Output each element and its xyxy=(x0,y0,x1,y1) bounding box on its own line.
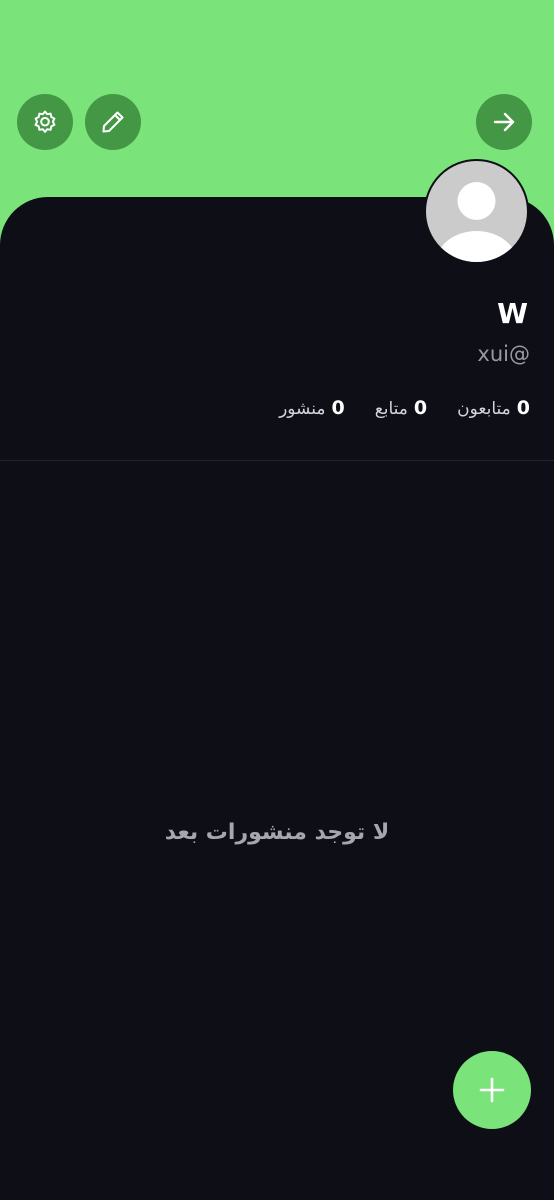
following-stat[interactable]: 0 متابع xyxy=(375,397,427,419)
profile-stats: 0 متابعون 0 متابع 0 منشور xyxy=(279,397,530,419)
profile-avatar[interactable] xyxy=(424,159,529,264)
section-divider xyxy=(0,460,554,461)
settings-gear-icon xyxy=(34,110,56,133)
followers-count: 0 xyxy=(516,397,530,419)
followers-stat[interactable]: 0 متابعون xyxy=(457,397,530,419)
edit-profile-button[interactable] xyxy=(85,94,141,150)
plus-icon xyxy=(479,1077,505,1103)
default-avatar-icon xyxy=(436,182,517,262)
following-label: متابع xyxy=(374,399,408,419)
profile-content-card xyxy=(0,197,554,1200)
create-post-button[interactable] xyxy=(453,1051,531,1129)
followers-label: متابعون xyxy=(457,399,511,419)
edit-pencil-icon xyxy=(102,111,124,133)
empty-posts-message: لا توجد منشورات بعد xyxy=(164,820,390,845)
posts-stat[interactable]: 0 منشور xyxy=(279,397,345,419)
forward-button[interactable] xyxy=(476,94,532,150)
posts-count: 0 xyxy=(331,397,345,419)
posts-label: منشور xyxy=(279,399,326,419)
settings-button[interactable] xyxy=(17,94,73,150)
following-count: 0 xyxy=(413,397,428,419)
arrow-right-icon xyxy=(493,112,515,132)
username: xui@ xyxy=(477,342,530,366)
display-name: W xyxy=(497,297,528,330)
